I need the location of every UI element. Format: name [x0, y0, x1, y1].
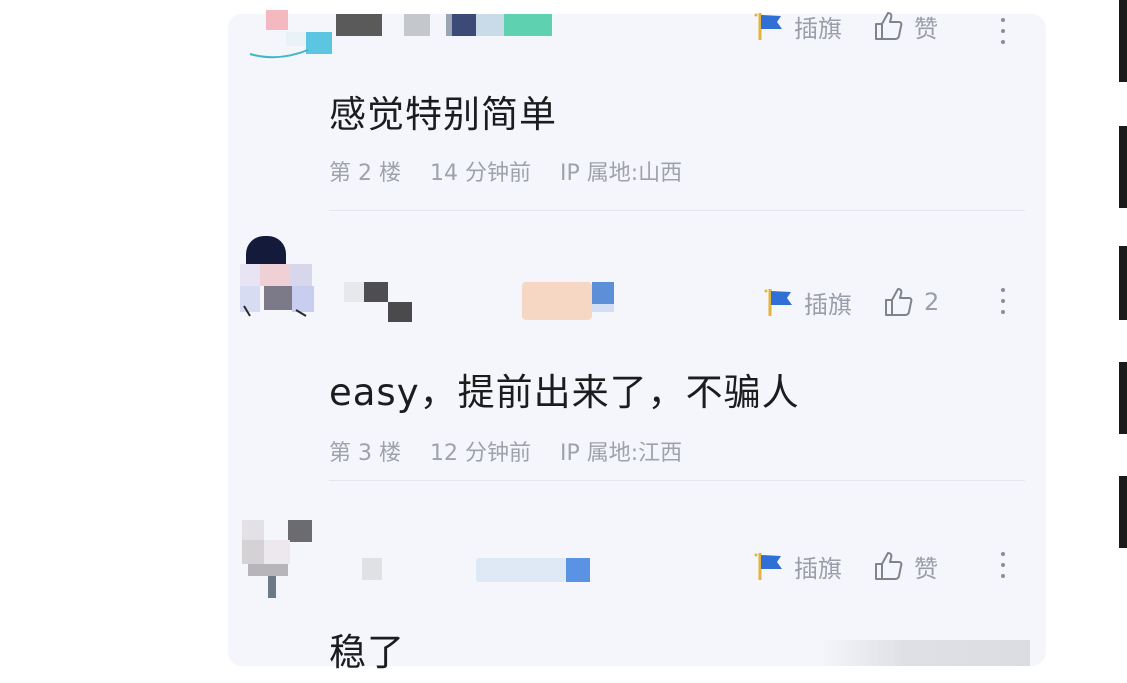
scroll-fade	[820, 640, 1030, 666]
flag-icon	[762, 285, 796, 319]
comment-item: 插旗 2 easy，提前出来了，不骗人 第 3 楼 12 分钟前 IP 属地:江…	[228, 232, 1046, 492]
comment-list: 插旗 赞 感觉特别简单 第 2 楼 14 分钟前 IP 属地:山西 插旗 2 e…	[228, 10, 1046, 674]
more-vertical-icon[interactable]	[1000, 18, 1006, 51]
comment-text: 感觉特别简单	[329, 93, 557, 136]
ip-location: IP 属地:江西	[559, 441, 683, 466]
avatar[interactable]	[248, 10, 332, 90]
flag-button[interactable]: 插旗	[762, 285, 852, 320]
floor-number: 第 3 楼	[329, 441, 401, 466]
username-redacted[interactable]	[358, 558, 598, 584]
post-time: 14 分钟前	[429, 161, 531, 186]
avatar[interactable]	[242, 520, 314, 600]
thumbs-up-icon	[882, 285, 916, 319]
divider	[329, 480, 1025, 481]
like-count: 赞	[914, 14, 938, 43]
comment-actions: 插旗 赞	[752, 548, 938, 584]
more-vertical-icon[interactable]	[1000, 552, 1006, 585]
comment-actions: 插旗 赞	[752, 8, 938, 44]
comment-text: easy，提前出来了，不骗人	[329, 371, 800, 414]
comment-text: 稳了	[329, 631, 405, 674]
like-button[interactable]: 赞	[872, 549, 938, 584]
flag-icon	[752, 9, 786, 43]
flag-button[interactable]: 插旗	[752, 549, 842, 584]
flag-label: 插旗	[804, 290, 852, 319]
avatar[interactable]	[236, 232, 314, 317]
screenshot-stage: 插旗 赞 感觉特别简单 第 2 楼 14 分钟前 IP 属地:山西 插旗 2 e…	[0, 0, 1127, 683]
comment-actions: 插旗 2	[762, 284, 939, 320]
flag-label: 插旗	[794, 14, 842, 43]
floor-number: 第 2 楼	[329, 161, 401, 186]
flag-button[interactable]: 插旗	[752, 9, 842, 44]
like-count: 赞	[914, 554, 938, 583]
comment-item: 插旗 赞 感觉特别简单 第 2 楼 14 分钟前 IP 属地:山西	[228, 10, 1046, 224]
like-button[interactable]: 2	[882, 285, 939, 319]
flag-label: 插旗	[794, 554, 842, 583]
ip-location: IP 属地:山西	[559, 161, 683, 186]
like-count: 2	[924, 288, 940, 316]
like-button[interactable]: 赞	[872, 9, 938, 44]
comment-meta: 第 3 楼 12 分钟前 IP 属地:江西	[329, 435, 704, 467]
thumbs-up-icon	[872, 549, 906, 583]
divider	[329, 210, 1025, 211]
username-redacted[interactable]	[336, 282, 636, 322]
more-vertical-icon[interactable]	[1000, 288, 1006, 321]
post-time: 12 分钟前	[429, 441, 531, 466]
flag-icon	[752, 549, 786, 583]
thumbs-up-icon	[872, 9, 906, 43]
username-redacted[interactable]	[336, 14, 656, 36]
comment-meta: 第 2 楼 14 分钟前 IP 属地:山西	[329, 155, 704, 187]
